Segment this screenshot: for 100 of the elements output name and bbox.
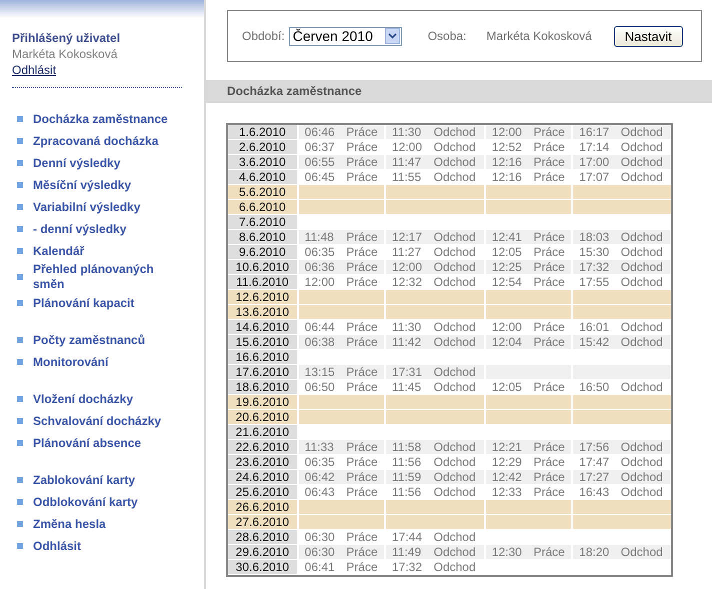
date-cell: 10.6.2010	[228, 260, 298, 274]
time-cell: 12:41	[484, 230, 528, 244]
menu-item[interactable]: Variabilní výsledky	[33, 200, 183, 214]
type-cell-text: Práce	[532, 380, 566, 394]
type-cell: Práce	[340, 334, 385, 350]
type-cell-text: Práce	[532, 244, 566, 260]
bullet-icon	[17, 477, 23, 483]
type-cell-text: Práce	[345, 380, 379, 394]
type-cell: Odchod	[614, 440, 671, 454]
type-cell-text: Odchod	[432, 560, 477, 574]
menu-item[interactable]: Schvalování docházky	[33, 414, 183, 428]
menu-item[interactable]: Přehled plánovaných směn	[33, 262, 183, 292]
bullet-icon	[17, 440, 23, 446]
bullet-icon	[17, 138, 23, 144]
time-cell: 17:31	[385, 364, 428, 380]
date-cell: 16.6.2010	[228, 350, 298, 364]
date-cell: 12.6.2010	[228, 290, 298, 304]
bullet-icon	[17, 499, 23, 505]
type-cell-text: Práce	[345, 140, 379, 154]
date-cell: 23.6.2010	[228, 454, 298, 470]
menu-item[interactable]: Denní výsledky	[33, 156, 183, 170]
type-cell: Práce	[340, 125, 385, 140]
menu-item[interactable]: Docházka zaměstnance	[33, 112, 183, 126]
type-cell: Práce	[340, 260, 385, 274]
time-cell: 12:42	[484, 470, 528, 484]
type-cell-text: Práce	[532, 140, 566, 154]
type-cell-text: Odchod	[432, 320, 477, 334]
type-cell-text: Práce	[345, 560, 379, 574]
user-heading: Přihlášený uživatel	[12, 30, 120, 46]
date-cell: 21.6.2010	[228, 424, 298, 440]
type-cell-text: Odchod	[620, 454, 664, 470]
date-cell: 24.6.2010	[228, 470, 298, 484]
time-cell: 12:17	[385, 230, 428, 244]
type-cell-text: Odchod	[620, 320, 664, 334]
bullet-icon	[17, 521, 23, 527]
time-cell: 12:00	[385, 260, 428, 274]
date-cell: 26.6.2010	[228, 500, 298, 514]
date-cell: 17.6.2010	[228, 364, 298, 380]
menu-item[interactable]: Plánování kapacit	[33, 296, 183, 310]
time-cell: 16:17	[572, 125, 615, 140]
type-cell: Odchod	[614, 230, 671, 244]
type-cell: Odchod	[428, 364, 485, 380]
time-cell: 11:59	[385, 470, 428, 484]
type-cell: Práce	[527, 154, 572, 170]
type-cell-text: Odchod	[620, 484, 664, 500]
date-cell: 5.6.2010	[228, 184, 298, 200]
type-cell: Práce	[527, 230, 572, 244]
set-button[interactable]: Nastavit	[614, 26, 683, 46]
type-cell-text: Práce	[345, 484, 379, 500]
bullet-icon	[17, 182, 23, 188]
date-cell: 4.6.2010	[228, 170, 298, 184]
menu-item[interactable]: Zpracovaná docházka	[33, 134, 183, 148]
time-cell: 11:42	[385, 334, 428, 350]
menu-item[interactable]: Změna hesla	[33, 516, 183, 532]
type-cell: Práce	[527, 125, 572, 140]
menu-item[interactable]: Monitorování	[33, 354, 183, 370]
menu-item[interactable]: Zablokování karty	[33, 472, 183, 488]
date-cell: 29.6.2010	[228, 544, 298, 560]
date-cell: 2.6.2010	[228, 140, 298, 154]
type-cell-text: Práce	[532, 454, 566, 470]
type-cell: Odchod	[428, 154, 485, 170]
type-cell-text: Odchod	[620, 140, 664, 154]
type-cell: Práce	[340, 230, 385, 244]
menu-item[interactable]: Počty zaměstnanců	[33, 332, 183, 348]
bullet-icon	[17, 274, 23, 280]
time-cell: 17:00	[572, 154, 615, 170]
type-cell-text: Odchod	[432, 244, 477, 260]
type-cell-text: Práce	[345, 454, 379, 470]
type-cell: Odchod	[614, 544, 671, 560]
time-cell: 18:20	[572, 544, 615, 560]
time-cell: 06:55	[298, 154, 340, 170]
bullet-icon	[17, 116, 23, 122]
menu-item[interactable]: Odblokování karty	[33, 494, 183, 510]
menu-item[interactable]: - denní výsledky	[33, 222, 183, 236]
menu-item[interactable]: Odhlásit	[33, 538, 183, 554]
type-cell: Práce	[340, 470, 385, 484]
type-cell-text: Práce	[532, 484, 566, 500]
menu-item[interactable]: Plánování absence	[33, 436, 183, 450]
type-cell-text: Práce	[532, 274, 566, 290]
user-name: Markéta Kokosková	[12, 46, 118, 62]
time-cell: 06:38	[298, 334, 340, 350]
time-cell: 11:30	[385, 125, 428, 140]
type-cell-text: Práce	[345, 170, 379, 184]
menu-item[interactable]: Měsíční výsledky	[33, 178, 183, 192]
type-cell: Odchod	[614, 334, 671, 350]
period-select[interactable]: Červen 2010	[288, 26, 402, 46]
logout-link[interactable]: Odhlásit	[12, 62, 56, 79]
menu-item[interactable]: Kalendář	[33, 244, 183, 258]
type-cell: Odchod	[428, 544, 485, 560]
date-cell: 27.6.2010	[228, 514, 298, 530]
type-cell: Práce	[527, 544, 572, 560]
time-cell: 17:27	[572, 470, 615, 484]
type-cell-text: Odchod	[432, 140, 477, 154]
menu-item[interactable]: Vložení docházky	[33, 392, 183, 406]
type-cell: Práce	[340, 364, 385, 380]
bullet-icon	[17, 543, 23, 549]
type-cell: Odchod	[428, 230, 485, 244]
type-cell: Odchod	[428, 260, 485, 274]
date-cell: 28.6.2010	[228, 530, 298, 544]
date-cell: 22.6.2010	[228, 440, 298, 454]
